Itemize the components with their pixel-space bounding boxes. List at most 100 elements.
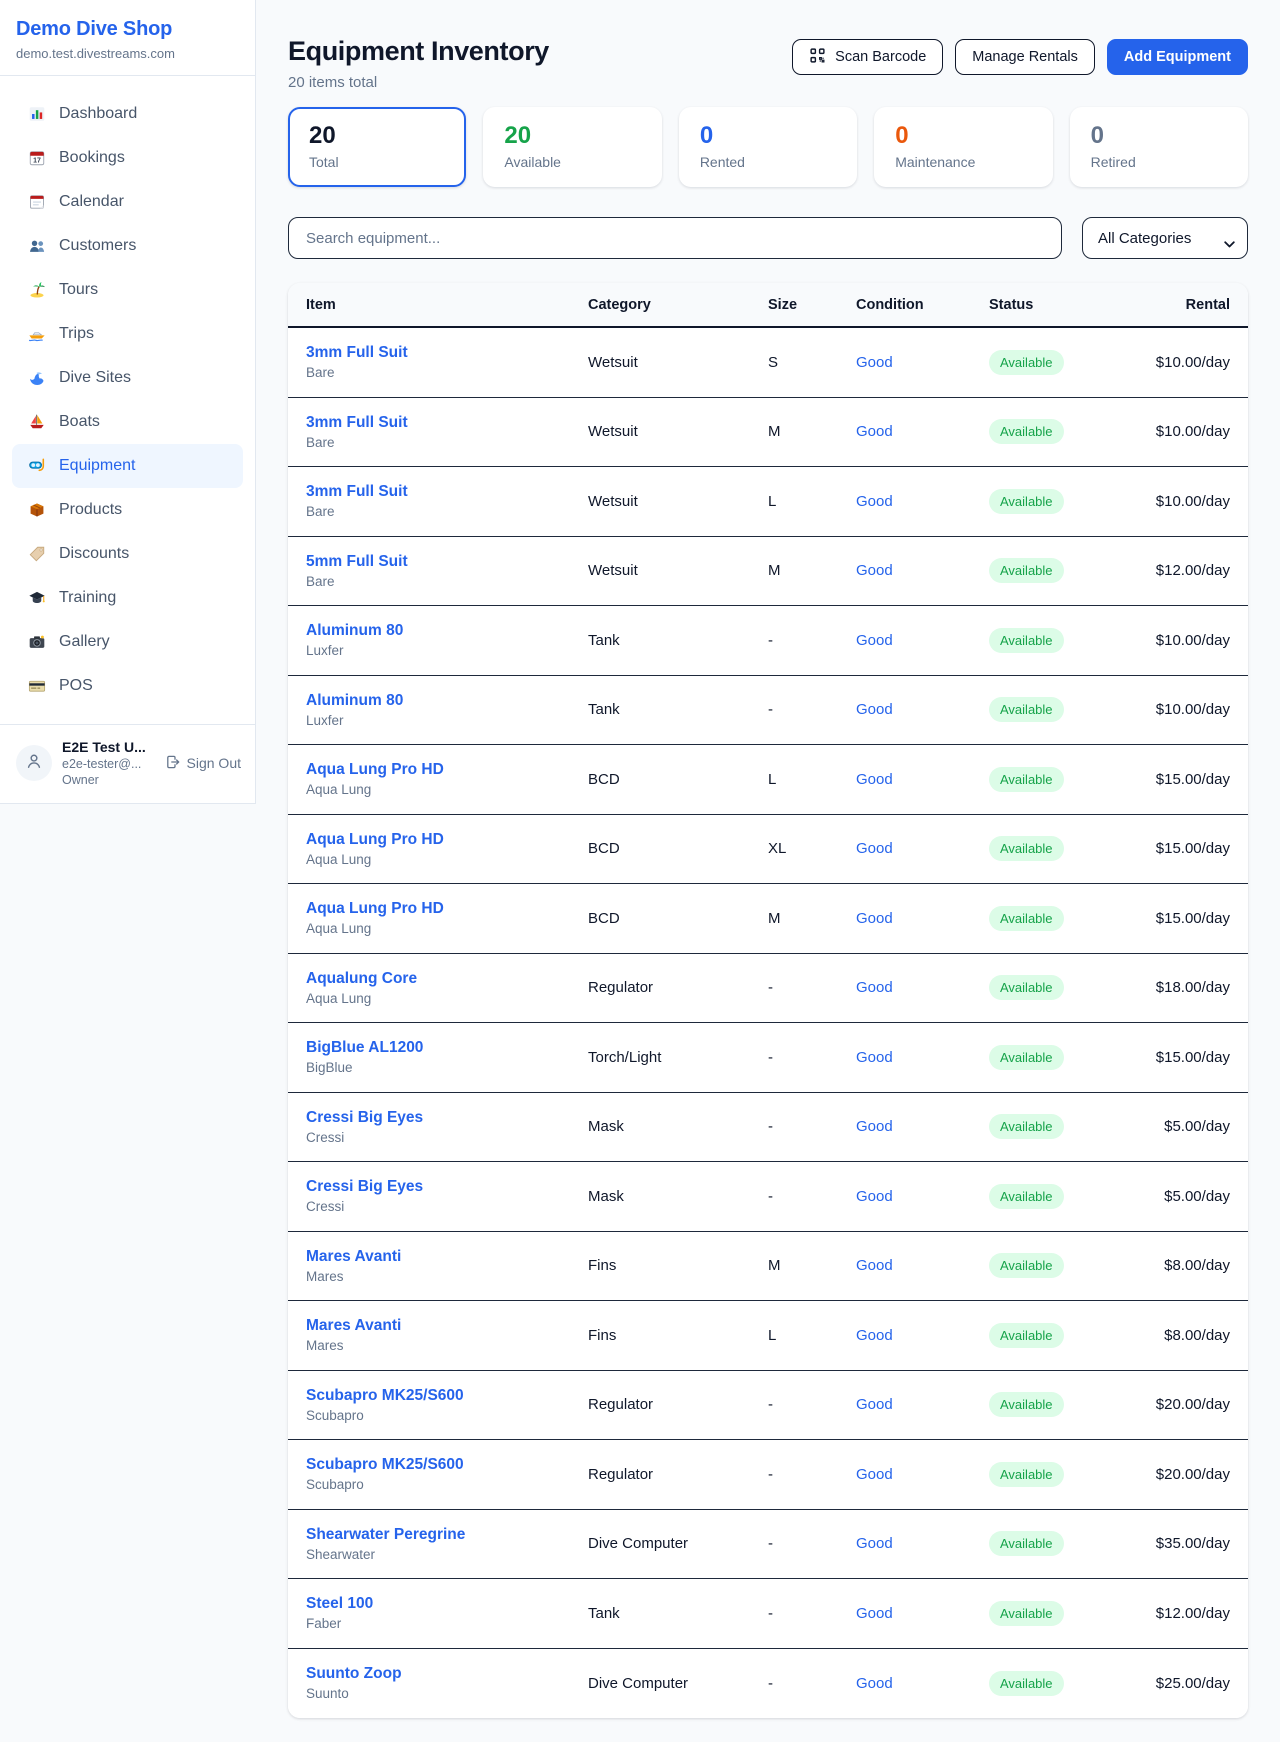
status-badge: Available <box>989 558 1064 583</box>
item-name-link[interactable]: 3mm Full Suit <box>306 483 588 501</box>
status-badge: Available <box>989 836 1064 861</box>
item-name-link[interactable]: Mares Avanti <box>306 1248 588 1266</box>
sidebar-item-products[interactable]: Products <box>12 488 243 532</box>
condition-link[interactable]: Good <box>856 1049 989 1066</box>
item-name-link[interactable]: Suunto Zoop <box>306 1665 588 1683</box>
barcode-scan-icon <box>809 47 826 68</box>
stat-card-rented[interactable]: 0Rented <box>679 107 857 187</box>
item-name-link[interactable]: Aqua Lung Pro HD <box>306 831 588 849</box>
condition-link[interactable]: Good <box>856 1396 989 1413</box>
size-cell: M <box>768 562 856 579</box>
item-name-link[interactable]: Shearwater Peregrine <box>306 1526 588 1544</box>
stat-value: 20 <box>504 123 640 149</box>
rental-cell: $5.00/day <box>1139 1118 1230 1135</box>
rental-cell: $10.00/day <box>1139 701 1230 718</box>
sign-out-button[interactable]: Sign Out <box>165 754 241 773</box>
item-name-link[interactable]: Aqua Lung Pro HD <box>306 761 588 779</box>
item-cell: Aqua Lung Pro HDAqua Lung <box>306 831 588 867</box>
item-name-link[interactable]: 3mm Full Suit <box>306 344 588 362</box>
sidebar-item-training[interactable]: Training <box>12 576 243 620</box>
category-cell: Torch/Light <box>588 1049 768 1066</box>
page-title: Equipment Inventory <box>288 36 549 67</box>
sidebar-item-boats[interactable]: Boats <box>12 400 243 444</box>
item-name-link[interactable]: Scubapro MK25/S600 <box>306 1456 588 1474</box>
sidebar-item-dashboard[interactable]: Dashboard <box>12 92 243 136</box>
condition-link[interactable]: Good <box>856 493 989 510</box>
status-cell: Available <box>989 350 1139 375</box>
item-brand: Luxfer <box>306 643 588 658</box>
condition-link[interactable]: Good <box>856 1118 989 1135</box>
condition-link[interactable]: Good <box>856 1188 989 1205</box>
scan-barcode-label: Scan Barcode <box>835 49 926 65</box>
status-badge: Available <box>989 1253 1064 1278</box>
condition-link[interactable]: Good <box>856 1605 989 1622</box>
sidebar-item-customers[interactable]: Customers <box>12 224 243 268</box>
stat-card-total[interactable]: 20Total <box>288 107 466 187</box>
palm-island-icon <box>28 281 46 299</box>
sidebar-item-trips[interactable]: Trips <box>12 312 243 356</box>
category-cell: BCD <box>588 771 768 788</box>
item-brand: Bare <box>306 574 588 589</box>
sidebar-item-dive-sites[interactable]: Dive Sites <box>12 356 243 400</box>
condition-link[interactable]: Good <box>856 979 989 996</box>
condition-link[interactable]: Good <box>856 840 989 857</box>
stat-label: Maintenance <box>895 154 1031 170</box>
table-row: 5mm Full SuitBareWetsuitMGoodAvailable$1… <box>288 537 1248 607</box>
condition-link[interactable]: Good <box>856 910 989 927</box>
sidebar-item-bookings[interactable]: 17Bookings <box>12 136 243 180</box>
add-equipment-button[interactable]: Add Equipment <box>1107 39 1248 75</box>
stat-card-available[interactable]: 20Available <box>483 107 661 187</box>
item-name-link[interactable]: Aqua Lung Pro HD <box>306 900 588 918</box>
tag-icon <box>28 545 46 563</box>
condition-link[interactable]: Good <box>856 632 989 649</box>
brand-name[interactable]: Demo Dive Shop <box>16 18 239 41</box>
item-name-link[interactable]: BigBlue AL1200 <box>306 1039 588 1057</box>
item-name-link[interactable]: Aluminum 80 <box>306 622 588 640</box>
item-name-link[interactable]: 5mm Full Suit <box>306 553 588 571</box>
condition-link[interactable]: Good <box>856 1535 989 1552</box>
status-badge: Available <box>989 1045 1064 1070</box>
item-name-link[interactable]: 3mm Full Suit <box>306 414 588 432</box>
category-cell: Regulator <box>588 1466 768 1483</box>
condition-link[interactable]: Good <box>856 701 989 718</box>
manage-rentals-button[interactable]: Manage Rentals <box>955 39 1095 75</box>
item-name-link[interactable]: Aqualung Core <box>306 970 588 988</box>
sidebar-item-equipment[interactable]: Equipment <box>12 444 243 488</box>
condition-link[interactable]: Good <box>856 1466 989 1483</box>
item-cell: 5mm Full Suit Bare <box>306 553 588 589</box>
item-name-link[interactable]: Cressi Big Eyes <box>306 1178 588 1196</box>
item-name-link[interactable]: Scubapro MK25/S600 <box>306 1387 588 1405</box>
stat-card-retired[interactable]: 0Retired <box>1070 107 1248 187</box>
condition-link[interactable]: Good <box>856 354 989 371</box>
condition-link[interactable]: Good <box>856 771 989 788</box>
sidebar-item-calendar[interactable]: Calendar <box>12 180 243 224</box>
status-cell: Available <box>989 489 1139 514</box>
item-cell: 3mm Full SuitBare <box>306 414 588 450</box>
stat-card-maintenance[interactable]: 0Maintenance <box>874 107 1052 187</box>
item-brand: Aqua Lung <box>306 991 588 1006</box>
condition-link[interactable]: Good <box>856 1675 989 1692</box>
user-name: E2E Test U... <box>62 739 155 755</box>
add-equipment-label: Add Equipment <box>1124 49 1231 65</box>
category-select[interactable]: All Categories <box>1082 217 1248 259</box>
column-header-size: Size <box>768 297 856 313</box>
sidebar-item-label: Equipment <box>59 457 136 475</box>
condition-link[interactable]: Good <box>856 1327 989 1344</box>
item-brand: Cressi <box>306 1199 588 1214</box>
sidebar-item-tours[interactable]: Tours <box>12 268 243 312</box>
item-name-link[interactable]: Cressi Big Eyes <box>306 1109 588 1127</box>
sidebar-item-discounts[interactable]: Discounts <box>12 532 243 576</box>
search-input[interactable] <box>288 217 1062 259</box>
condition-link[interactable]: Good <box>856 423 989 440</box>
item-brand: Luxfer <box>306 713 588 728</box>
rental-cell: $10.00/day <box>1139 354 1230 371</box>
item-name-link[interactable]: Aluminum 80 <box>306 692 588 710</box>
scan-barcode-button[interactable]: Scan Barcode <box>792 39 943 75</box>
item-cell: Shearwater PeregrineShearwater <box>306 1526 588 1562</box>
sidebar-item-pos[interactable]: POS <box>12 664 243 708</box>
sidebar-item-gallery[interactable]: Gallery <box>12 620 243 664</box>
condition-link[interactable]: Good <box>856 562 989 579</box>
condition-link[interactable]: Good <box>856 1257 989 1274</box>
item-name-link[interactable]: Steel 100 <box>306 1595 588 1613</box>
item-name-link[interactable]: Mares Avanti <box>306 1317 588 1335</box>
